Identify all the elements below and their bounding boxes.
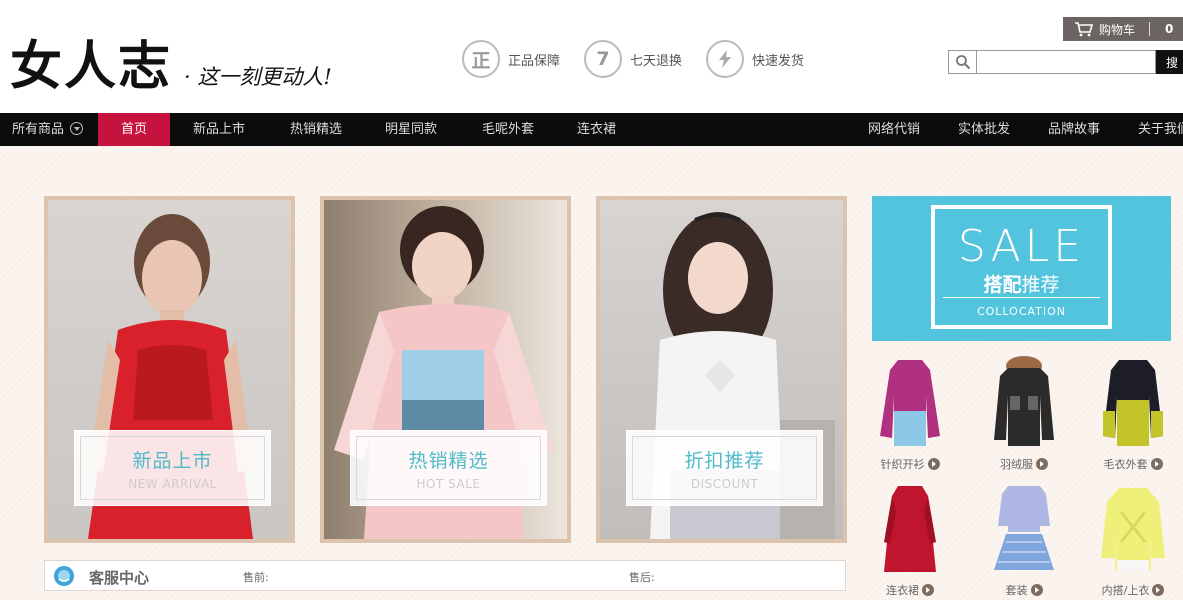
dress-image <box>884 486 936 572</box>
product-label: 内搭/上衣 <box>1087 582 1179 598</box>
post-sale-label: 售后: <box>629 571 655 584</box>
cardigan-image <box>880 360 940 446</box>
card-subtitle: NEW ARRIVAL <box>128 477 217 491</box>
product-label: 毛衣外套 <box>1087 456 1179 472</box>
search-input[interactable] <box>976 50 1156 74</box>
cart-count: 0 <box>1165 22 1174 36</box>
feature-return: 7 七天退换 <box>584 40 682 78</box>
nav-item-star[interactable]: 明星同款 <box>385 113 437 146</box>
nav-item-dropship[interactable]: 网络代销 <box>868 113 920 146</box>
card-label: 折扣推荐 DISCOUNT <box>626 430 823 506</box>
nav-item-hot[interactable]: 热销精选 <box>290 113 342 146</box>
shopping-cart-icon <box>1071 17 1097 41</box>
nav-item-wholesale[interactable]: 实体批发 <box>958 113 1010 146</box>
product-sweater-coat[interactable]: 毛衣外套 <box>1087 356 1179 476</box>
set-image <box>994 486 1054 570</box>
arrow-right-icon <box>1030 584 1043 596</box>
service-features: 正 正品保障 7 七天退换 快速发货 <box>462 40 828 78</box>
nav-item-about[interactable]: 关于我们 <box>1138 113 1183 146</box>
card-title: 折扣推荐 <box>684 450 765 472</box>
feature-label: 七天退换 <box>630 53 683 69</box>
feature-genuine: 正 正品保障 <box>462 40 560 78</box>
nav-item-new[interactable]: 新品上市 <box>193 113 245 146</box>
divider <box>943 297 1100 298</box>
card-subtitle: HOT SALE <box>416 477 481 491</box>
nav-label: 所有商品 <box>12 122 65 137</box>
category-card-new[interactable]: 新品上市 NEW ARRIVAL <box>44 196 295 543</box>
sale-heading: SALE <box>957 221 1086 272</box>
logo-text: 女人志 <box>10 36 173 97</box>
category-card-discount[interactable]: 折扣推荐 DISCOUNT <box>596 196 847 543</box>
main-nav: 所有商品 首页 新品上市 热销精选 明星同款 毛呢外套 连衣裙 网络代销 实体批… <box>0 113 1183 146</box>
sale-frame: SALE 搭配推荐 COLLOCATION <box>931 205 1112 329</box>
service-title: 客服中心 <box>89 569 150 587</box>
arrow-right-icon <box>1036 458 1048 470</box>
feature-shipping: 快速发货 <box>706 40 804 78</box>
top-image <box>1101 488 1165 570</box>
product-label: 羽绒服 <box>978 456 1070 472</box>
product-label: 套装 <box>978 582 1070 598</box>
pre-sale-label: 售前: <box>243 571 269 584</box>
arrow-right-icon <box>1150 458 1163 470</box>
product-label: 针织开衫 <box>864 456 956 472</box>
feature-label: 快速发货 <box>752 53 805 69</box>
customer-service-icon <box>54 566 74 586</box>
search-bar: 搜 <box>948 50 1183 74</box>
cart-button[interactable]: 购物车 0 <box>1063 17 1183 41</box>
nav-item-story[interactable]: 品牌故事 <box>1048 113 1100 146</box>
nav-item-dress[interactable]: 连衣裙 <box>577 113 616 146</box>
sweater-coat-image <box>1103 360 1163 446</box>
seven-day-icon: 7 <box>584 40 623 78</box>
sale-banner[interactable]: SALE 搭配推荐 COLLOCATION <box>872 196 1171 341</box>
header: 女人志 · 这一刻更动人! 正 正品保障 7 七天退换 快速发货 购物车 0 搜 <box>0 0 1183 113</box>
arrow-right-icon <box>1152 584 1165 596</box>
product-set[interactable]: 套装 <box>978 482 1070 600</box>
card-label: 新品上市 NEW ARRIVAL <box>74 430 271 506</box>
arrow-right-icon <box>922 584 934 596</box>
category-card-hot[interactable]: 热销精选 HOT SALE <box>320 196 571 543</box>
search-icon <box>948 50 976 74</box>
down-jacket-image <box>994 356 1054 446</box>
chevron-down-icon <box>70 122 84 135</box>
feature-label: 正品保障 <box>508 53 561 69</box>
cart-label: 购物车 <box>1099 22 1136 37</box>
card-label: 热销精选 HOT SALE <box>350 430 547 506</box>
logo-slogan: · 这一刻更动人! <box>184 65 332 89</box>
product-top[interactable]: 内搭/上衣 <box>1087 482 1179 600</box>
sale-title: 搭配推荐 <box>983 274 1060 296</box>
arrow-right-icon <box>927 458 940 470</box>
nav-all-products[interactable]: 所有商品 <box>12 113 84 146</box>
divider <box>1149 22 1151 36</box>
lightning-icon <box>706 40 745 78</box>
card-subtitle: DISCOUNT <box>690 477 759 491</box>
search-button[interactable]: 搜 <box>1156 50 1183 74</box>
card-title: 新品上市 <box>132 450 213 472</box>
main-content: 新品上市 NEW ARRIVAL 热销精选 HOT SALE 折扣推荐 DISC… <box>0 146 1183 600</box>
product-label: 连衣裙 <box>864 582 956 598</box>
customer-service-bar: 客服中心 售前: 售后: <box>44 560 846 591</box>
product-dress[interactable]: 连衣裙 <box>864 482 956 600</box>
logo[interactable]: 女人志 · 这一刻更动人! <box>10 24 332 99</box>
card-title: 热销精选 <box>408 450 489 472</box>
sale-subtitle: COLLOCATION <box>976 305 1067 318</box>
product-cardigan[interactable]: 针织开衫 <box>864 356 956 476</box>
product-down-jacket[interactable]: 羽绒服 <box>978 356 1070 476</box>
genuine-icon: 正 <box>462 40 500 78</box>
nav-item-home[interactable]: 首页 <box>98 113 170 146</box>
nav-item-coat[interactable]: 毛呢外套 <box>482 113 534 146</box>
